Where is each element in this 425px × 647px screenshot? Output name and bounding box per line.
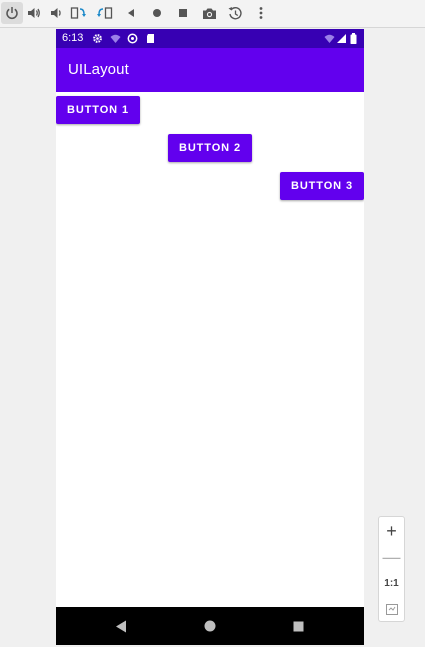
zoom-in-button[interactable]: + [379, 518, 404, 544]
signal-icon [336, 33, 347, 44]
nav-overview-icon[interactable] [289, 617, 307, 635]
status-time: 6:13 [62, 32, 84, 44]
more-icon[interactable] [250, 2, 272, 24]
navigation-bar [56, 607, 364, 645]
button-2[interactable]: BUTTON 2 [168, 134, 252, 162]
settings-icon [92, 33, 103, 44]
rotate-right-icon[interactable] [94, 2, 116, 24]
snapshot-icon[interactable] [224, 2, 246, 24]
camera-icon[interactable] [198, 2, 220, 24]
app-title: UILayout [68, 61, 129, 78]
data-saver-icon [127, 33, 138, 44]
status-bar: 6:13 [56, 29, 364, 48]
volume-down-icon[interactable] [45, 2, 67, 24]
emulator-toolbar [0, 0, 425, 28]
sd-card-icon [145, 33, 156, 44]
button-1[interactable]: BUTTON 1 [56, 96, 140, 124]
wifi-question-icon [110, 33, 121, 44]
volume-up-icon[interactable] [23, 2, 45, 24]
nav-back-icon[interactable] [112, 617, 130, 635]
device-screen: 6:13 UILayout BUTTON 1 BUTTON 2 BUTTON 3 [56, 29, 364, 645]
app-bar: UILayout [56, 48, 364, 92]
power-icon[interactable] [1, 2, 23, 24]
zoom-out-button[interactable]: — [379, 544, 404, 570]
nav-home-icon[interactable] [201, 617, 219, 635]
battery-icon [350, 33, 361, 44]
zoom-panel: + — 1:1 [378, 516, 405, 622]
back-icon[interactable] [120, 2, 142, 24]
actual-size-button[interactable]: 1:1 [379, 570, 404, 596]
home-icon[interactable] [146, 2, 168, 24]
layout-content: BUTTON 1 BUTTON 2 BUTTON 3 [56, 92, 364, 607]
wifi-icon [324, 33, 335, 44]
overview-icon[interactable] [172, 2, 194, 24]
emulator-window: 6:13 UILayout BUTTON 1 BUTTON 2 BUTTON 3… [0, 0, 425, 647]
rotate-left-icon[interactable] [67, 2, 89, 24]
button-3[interactable]: BUTTON 3 [280, 172, 364, 200]
fit-screen-icon[interactable] [379, 596, 404, 622]
